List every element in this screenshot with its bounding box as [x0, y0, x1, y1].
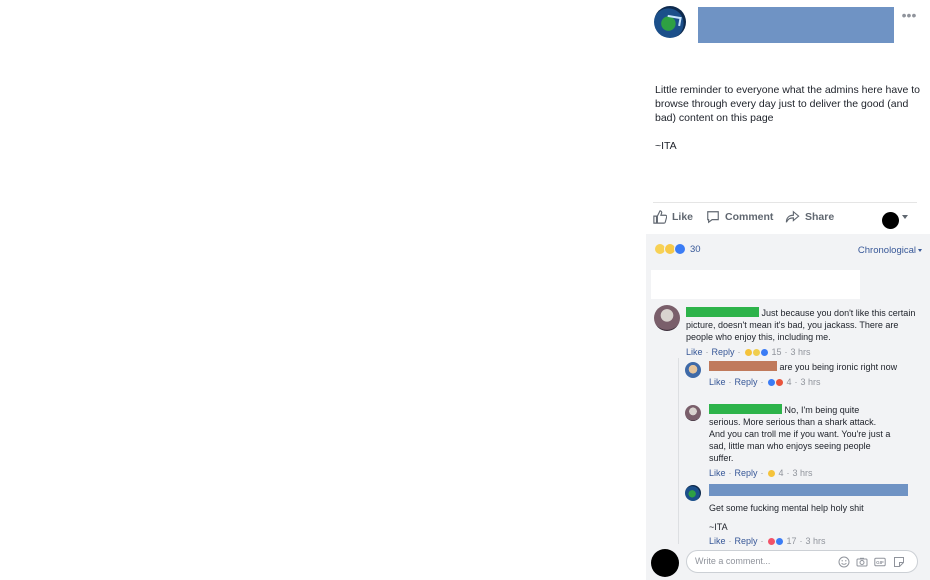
- comments-section: 30 Chronological Just because you don't …: [646, 234, 930, 580]
- reply-reply-link[interactable]: Reply: [735, 467, 758, 479]
- comment-composer[interactable]: GIF: [686, 550, 918, 573]
- reply-reaction-count[interactable]: 4: [787, 376, 792, 388]
- redacted-commenter-name: [686, 307, 759, 317]
- post-actions-bar: Like Comment Share: [653, 202, 917, 231]
- reply-like-link[interactable]: Like: [709, 535, 726, 547]
- reactions-summary[interactable]: 30: [654, 243, 701, 255]
- post-text: Little reminder to everyone what the adm…: [655, 84, 920, 124]
- redacted-box: [651, 270, 860, 299]
- comment-time[interactable]: 3 hrs: [791, 346, 811, 358]
- reply-reply-link[interactable]: Reply: [735, 376, 758, 388]
- reply-signature: ~ITA: [709, 522, 728, 532]
- reply-meta: Like · Reply · 4 · 3 hrs: [709, 467, 813, 479]
- page-avatar[interactable]: [654, 6, 686, 38]
- like-label: Like: [672, 211, 694, 223]
- redacted-replier-name: [709, 361, 777, 371]
- gif-icon[interactable]: GIF: [874, 556, 886, 568]
- reply-text: are you being ironic right now: [779, 362, 898, 372]
- comment-sort-dropdown[interactable]: Chronological: [858, 245, 916, 256]
- comment-reply-link[interactable]: Reply: [712, 346, 735, 358]
- write-comment-input[interactable]: [695, 556, 825, 566]
- commenter-avatar[interactable]: [654, 305, 680, 331]
- reply-meta: Like · Reply · 17 · 3 hrs: [709, 535, 826, 547]
- replier-avatar[interactable]: [685, 362, 701, 378]
- page-reply-avatar[interactable]: [685, 485, 701, 501]
- redacted-page-name: [698, 7, 894, 43]
- like-reaction-icon: [759, 347, 769, 357]
- comment-label: Comment: [725, 211, 774, 223]
- reply-time[interactable]: 3 hrs: [806, 535, 826, 547]
- reply-reaction-count[interactable]: 17: [787, 535, 797, 547]
- camera-icon[interactable]: [856, 556, 868, 568]
- reply-time[interactable]: 3 hrs: [793, 467, 813, 479]
- ellipsis-icon[interactable]: •••: [901, 8, 917, 22]
- comment-button[interactable]: Comment: [706, 210, 773, 224]
- share-arrow-icon: [785, 210, 800, 223]
- caret-down-icon[interactable]: [902, 215, 908, 219]
- current-user-avatar-redacted[interactable]: [651, 549, 679, 577]
- post-panel: ••• Little reminder to everyone what the…: [646, 0, 930, 580]
- replier-avatar[interactable]: [685, 405, 701, 421]
- svg-text:GIF: GIF: [876, 560, 884, 565]
- comment-like-link[interactable]: Like: [686, 346, 703, 358]
- like-button[interactable]: Like: [653, 210, 693, 224]
- comment-meta: Like · Reply · 15 · 3 hrs: [686, 346, 811, 358]
- reply-text: Get some fucking mental help holy shit: [709, 503, 864, 513]
- reply-reply-link[interactable]: Reply: [735, 535, 758, 547]
- like-reaction-icon: [774, 536, 784, 546]
- viewer-avatar-redacted[interactable]: [882, 212, 899, 229]
- reply-meta: Like · Reply · 4 · 3 hrs: [709, 376, 821, 388]
- redacted-page-name: [709, 484, 908, 496]
- speech-bubble-icon: [707, 211, 719, 224]
- angry-reaction-icon: [774, 377, 784, 387]
- empty-image-area: [0, 0, 646, 580]
- thumbs-up-icon: [653, 210, 667, 224]
- redacted-replier-name: [709, 404, 782, 414]
- caret-down-icon[interactable]: [918, 249, 922, 252]
- emoji-icon[interactable]: [838, 556, 850, 568]
- reply-like-link[interactable]: Like: [709, 467, 726, 479]
- sticker-icon[interactable]: [893, 556, 905, 568]
- like-reaction-icon: [674, 243, 686, 255]
- reply-reaction-count[interactable]: 4: [779, 467, 784, 479]
- thread-line: [678, 358, 679, 544]
- comment-reaction-count[interactable]: 15: [772, 346, 782, 358]
- share-button[interactable]: Share: [785, 210, 834, 224]
- reaction-count: 30: [690, 243, 701, 255]
- reply-time[interactable]: 3 hrs: [801, 376, 821, 388]
- share-label: Share: [805, 211, 835, 223]
- reply-like-link[interactable]: Like: [709, 376, 726, 388]
- post-signature: ~ITA: [655, 140, 677, 152]
- haha-reaction-icon: [766, 468, 776, 478]
